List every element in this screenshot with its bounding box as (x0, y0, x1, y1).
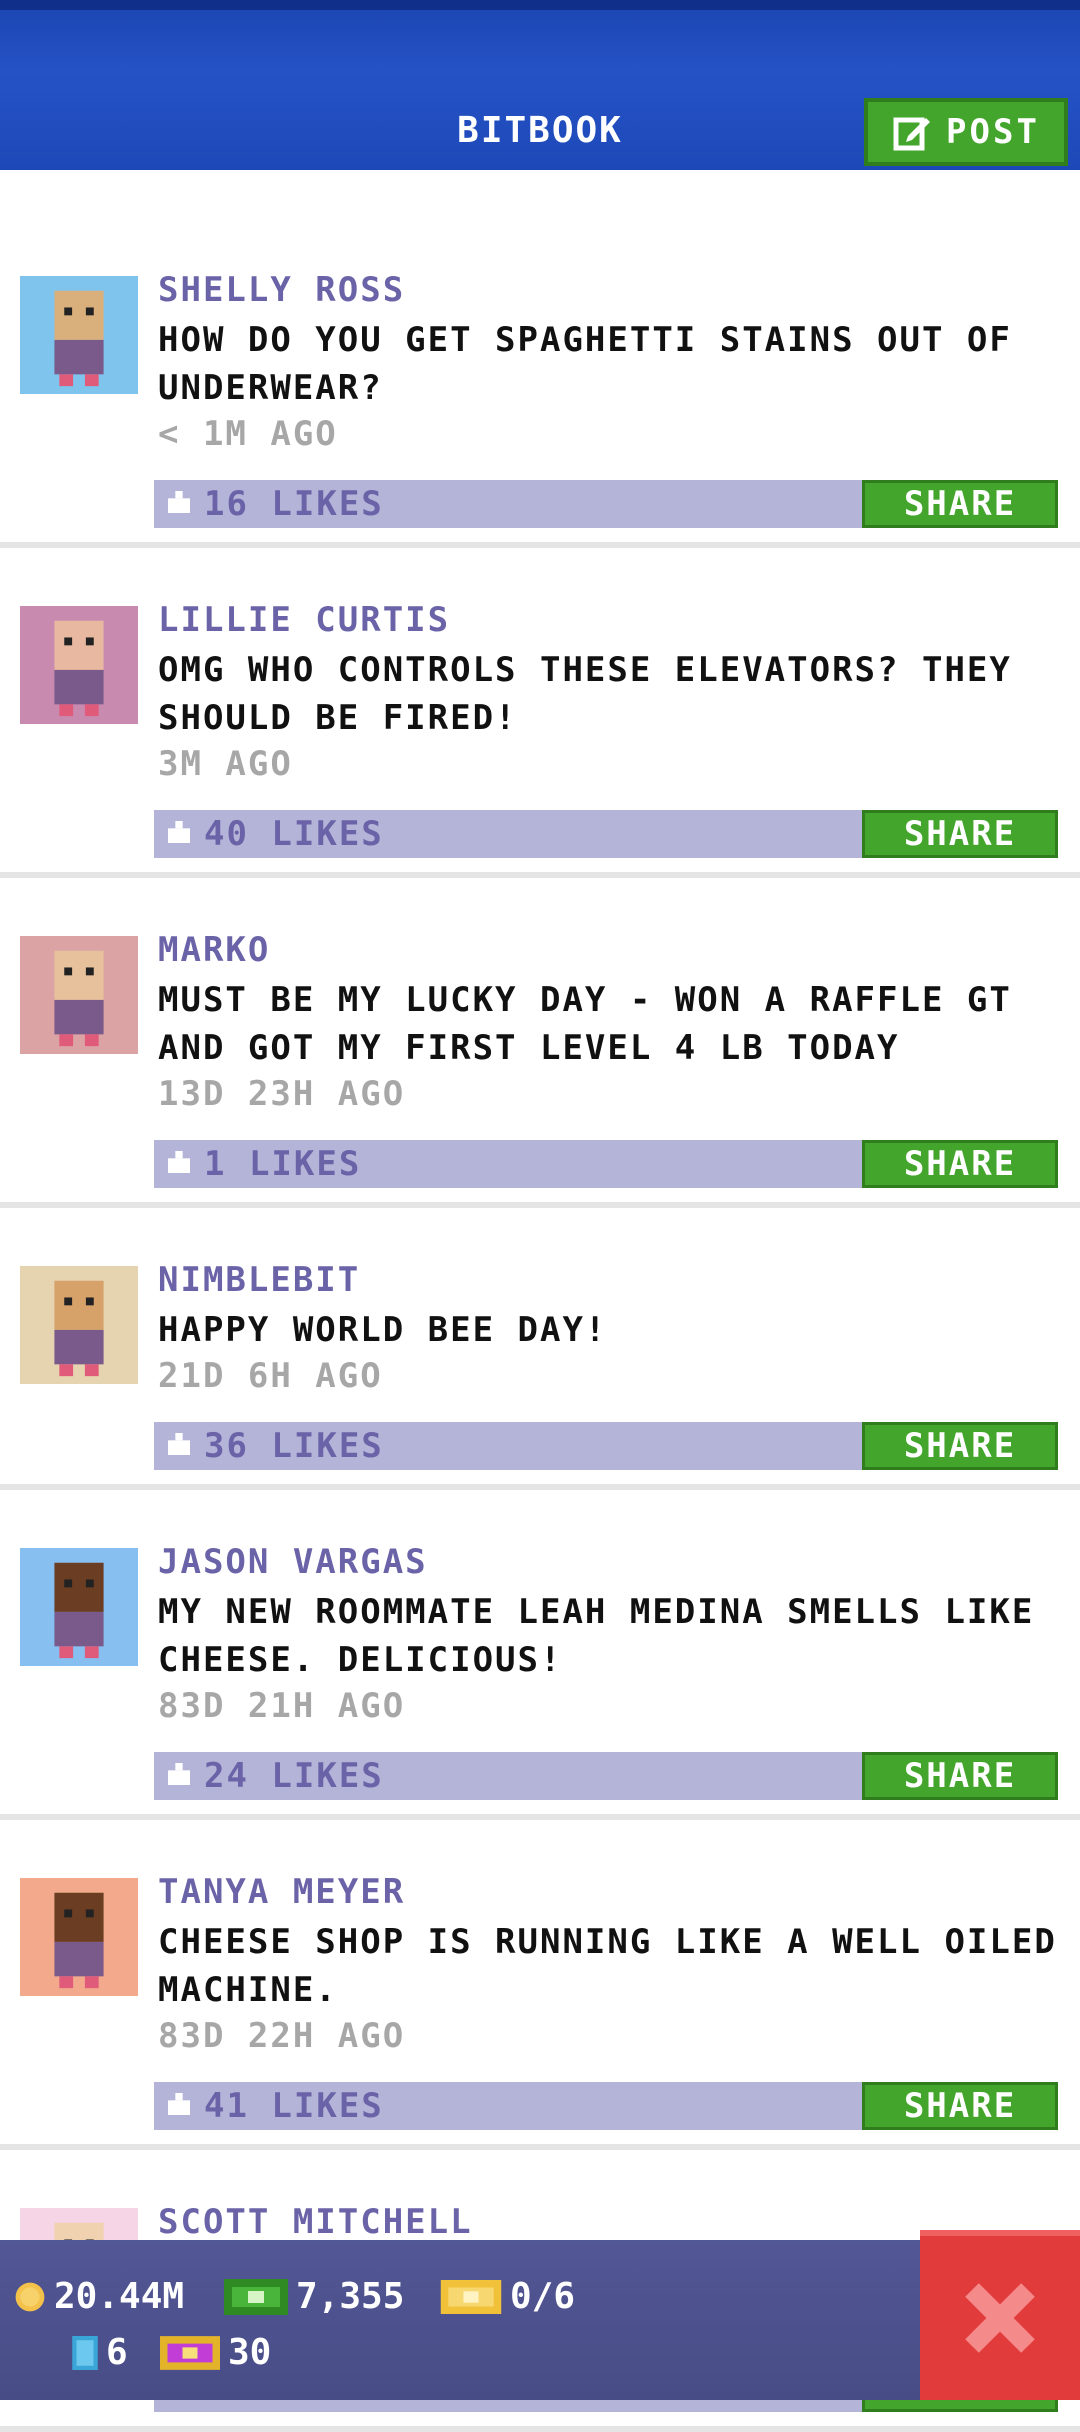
post-author-name[interactable]: TANYA MEYER (158, 1872, 405, 1912)
post-timestamp: 21D 6H AGO (158, 1356, 383, 1396)
post-author-name[interactable]: MARKO (158, 930, 270, 970)
cards-value: 6 (106, 2332, 128, 2373)
status-bar: 20.44M 7,355 0/6 6 30 (0, 2240, 1080, 2400)
avatar-image (20, 606, 138, 724)
post-divider (0, 2426, 1080, 2432)
golden-tickets-value: 30 (228, 2332, 272, 2373)
post-message: HOW DO YOU GET SPAGHETTI STAINS OUT OF U… (158, 320, 1012, 408)
feed-post: NIMBLEBIT HAPPY WORLD BEE DAY! 21D 6H AGO 3… (0, 1160, 1080, 1490)
tickets-stat: 0/6 (440, 2276, 575, 2317)
golden-tickets-stat: 30 (160, 2332, 271, 2373)
post-message: MUST BE MY LUCKY DAY - WON A RAFFLE GT A… (158, 980, 1012, 1068)
avatar[interactable] (20, 936, 138, 1054)
post-button-label: POST (946, 112, 1040, 152)
feed-post: LILLIE CURTIS OMG WHO CONTROLS THESE ELEV… (0, 500, 1080, 878)
cards-stat: 6 (72, 2332, 128, 2373)
post-message: OMG WHO CONTROLS THESE ELEVATORS? THEY S… (158, 650, 1012, 738)
avatar-image (20, 936, 138, 1054)
tickets-value: 0/6 (510, 2276, 576, 2317)
post-author-name[interactable]: LILLIE CURTIS (158, 600, 450, 640)
post-timestamp: 13D 23H AGO (158, 1074, 406, 1114)
avatar[interactable] (20, 1266, 138, 1384)
post-message: MY NEW ROOMMATE LEAH MEDINA SMELLS LIKE … (158, 1592, 1035, 1680)
avatar[interactable] (20, 606, 138, 724)
post-author-name[interactable]: JASON VARGAS (158, 1542, 428, 1582)
feed-post: TANYA MEYER CHEESE SHOP IS RUNNING LIKE A… (0, 1772, 1080, 2150)
avatar[interactable] (20, 1548, 138, 1666)
golden-ticket-icon (160, 2335, 220, 2370)
post-author-name[interactable]: SCOTT MITCHELL (158, 2202, 473, 2242)
avatar-image (20, 276, 138, 394)
post-author-name[interactable]: NIMBLEBIT (158, 1260, 360, 1300)
feed-post: MARKO MUST BE MY LUCKY DAY - WON A RAFFLE… (0, 830, 1080, 1208)
post-author-name[interactable]: SHELLY ROSS (158, 270, 405, 310)
feed-post: JASON VARGAS MY NEW ROOMMATE LEAH MEDINA … (0, 1442, 1080, 1820)
ticket-icon (440, 2279, 502, 2314)
close-button[interactable] (920, 2230, 1080, 2400)
avatar[interactable] (20, 276, 138, 394)
coin-icon (15, 2282, 45, 2311)
close-icon (965, 2283, 1035, 2353)
post-message: HAPPY WORLD BEE DAY! (158, 1310, 608, 1350)
card-icon (72, 2335, 98, 2370)
avatar-image (20, 1548, 138, 1666)
avatar-image (20, 1878, 138, 1996)
post-timestamp: < 1M AGO (158, 414, 338, 454)
bux-icon (224, 2278, 288, 2315)
coins-value: 20.44M (54, 2276, 185, 2317)
coins-stat: 20.44M (14, 2276, 184, 2317)
avatar-image (20, 1266, 138, 1384)
post-message: CHEESE SHOP IS RUNNING LIKE A WELL OILED… (158, 1922, 1057, 2010)
avatar[interactable] (20, 1878, 138, 1996)
app-header: BITBOOK POST (0, 0, 1080, 170)
post-timestamp: 83D 21H AGO (158, 1686, 406, 1726)
post-timestamp: 83D 22H AGO (158, 2016, 406, 2056)
bux-stat: 7,355 (224, 2276, 404, 2317)
bux-value: 7,355 (296, 2276, 405, 2317)
post-timestamp: 3M AGO (158, 744, 293, 784)
feed-post: SHELLY ROSS HOW DO YOU GET SPAGHETTI STAI… (0, 170, 1080, 548)
post-button[interactable]: POST (864, 98, 1068, 166)
edit-icon (893, 117, 931, 151)
